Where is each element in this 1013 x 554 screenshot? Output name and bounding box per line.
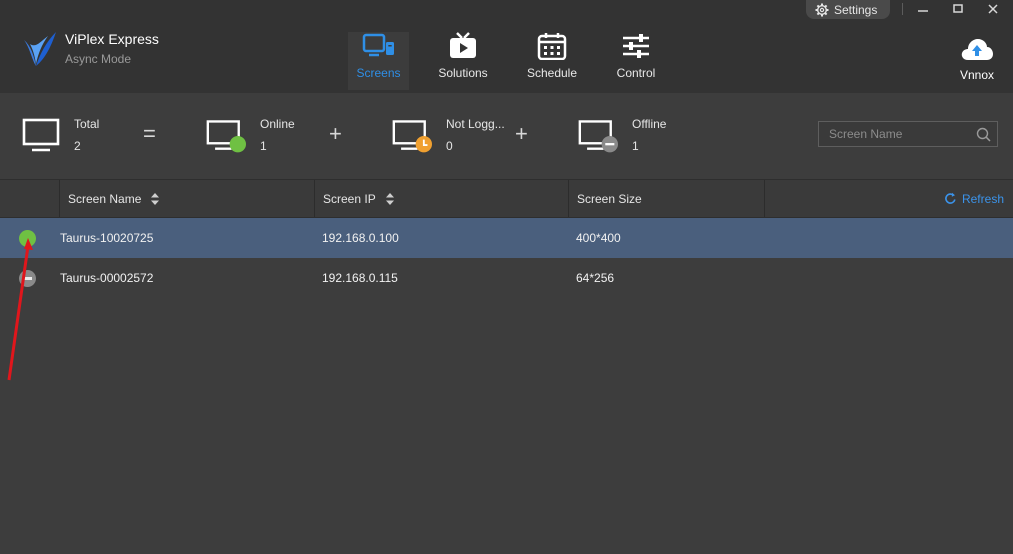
total-monitor-icon bbox=[22, 118, 60, 152]
solutions-icon bbox=[450, 32, 476, 58]
app-mode-label: Async Mode bbox=[65, 52, 132, 66]
maximize-icon[interactable] bbox=[951, 2, 965, 16]
screen-name-cell: Taurus-10020725 bbox=[60, 231, 154, 245]
screen-size-cell: 64*256 bbox=[576, 271, 615, 285]
nav-schedule[interactable]: Schedule bbox=[522, 32, 582, 90]
schedule-icon bbox=[537, 33, 567, 60]
total-label: Total bbox=[74, 117, 100, 131]
viplex-logo-icon bbox=[24, 32, 56, 66]
offline-label: Offline bbox=[632, 117, 667, 131]
online-label: Online bbox=[260, 117, 295, 131]
nav-screens-label: Screens bbox=[356, 66, 401, 80]
gear-icon bbox=[815, 3, 829, 16]
screen-name-cell: Taurus-00002572 bbox=[60, 271, 154, 285]
offline-count: 1 bbox=[632, 139, 639, 153]
column-screen-name-label: Screen Name bbox=[68, 191, 142, 206]
column-screen-ip[interactable]: Screen IP bbox=[314, 180, 568, 217]
equals-sign: = bbox=[143, 121, 156, 146]
nav-screens[interactable]: Screens bbox=[348, 32, 409, 90]
nav-solutions-label: Solutions bbox=[438, 66, 488, 80]
sort-icon[interactable] bbox=[385, 192, 395, 206]
total-count: 2 bbox=[74, 139, 81, 153]
settings-button[interactable]: Settings bbox=[806, 0, 890, 19]
vnnox-label: Vnnox bbox=[959, 68, 995, 82]
refresh-label: Refresh bbox=[961, 191, 1004, 206]
close-icon[interactable] bbox=[986, 2, 1000, 16]
app-title: ViPlex Express bbox=[65, 31, 159, 47]
search-input[interactable] bbox=[819, 122, 969, 146]
vnnox-cloud-button[interactable]: Vnnox bbox=[953, 36, 1001, 82]
refresh-icon bbox=[945, 192, 956, 204]
screen-search-box[interactable] bbox=[818, 121, 998, 147]
screen-size-cell: 400*400 bbox=[576, 231, 621, 245]
column-screen-size-label: Screen Size bbox=[577, 191, 642, 206]
cloud-upload-icon bbox=[961, 39, 993, 60]
nav-control[interactable]: Control bbox=[606, 32, 666, 90]
column-screen-ip-label: Screen IP bbox=[323, 191, 376, 206]
screen-ip-cell: 192.168.0.100 bbox=[322, 231, 399, 245]
plus-sign: + bbox=[515, 121, 528, 146]
app-header: ViPlex Express Async Mode Settings Scree… bbox=[0, 0, 1013, 93]
online-monitor-icon bbox=[206, 120, 246, 153]
nav-control-label: Control bbox=[616, 66, 656, 80]
screen-table-header: Screen Name Screen IP Screen Size Refres… bbox=[0, 179, 1013, 218]
table-row[interactable]: Taurus-10020725 192.168.0.100 400*400 bbox=[0, 218, 1013, 258]
annotation-arrow bbox=[7, 238, 33, 381]
refresh-button[interactable]: Refresh bbox=[944, 180, 1004, 217]
online-count: 1 bbox=[260, 139, 267, 153]
table-row[interactable]: Taurus-00002572 192.168.0.115 64*256 bbox=[0, 258, 1013, 298]
not-logged-label: Not Logg... bbox=[446, 117, 505, 131]
window-controls-divider bbox=[902, 3, 903, 15]
not-logged-monitor-icon bbox=[392, 120, 432, 153]
column-screen-size[interactable]: Screen Size bbox=[568, 180, 764, 217]
control-icon bbox=[623, 34, 649, 58]
screens-icon bbox=[362, 33, 394, 57]
screen-ip-cell: 192.168.0.115 bbox=[322, 271, 398, 285]
minimize-icon[interactable] bbox=[916, 2, 930, 16]
column-screen-name[interactable]: Screen Name bbox=[59, 180, 314, 217]
search-icon[interactable] bbox=[976, 127, 991, 142]
plus-sign: + bbox=[329, 121, 342, 146]
offline-monitor-icon bbox=[578, 120, 618, 153]
settings-label: Settings bbox=[834, 2, 878, 17]
nav-solutions[interactable]: Solutions bbox=[433, 32, 493, 90]
not-logged-count: 0 bbox=[446, 139, 453, 153]
sort-icon[interactable] bbox=[150, 192, 160, 206]
nav-schedule-label: Schedule bbox=[526, 66, 578, 80]
